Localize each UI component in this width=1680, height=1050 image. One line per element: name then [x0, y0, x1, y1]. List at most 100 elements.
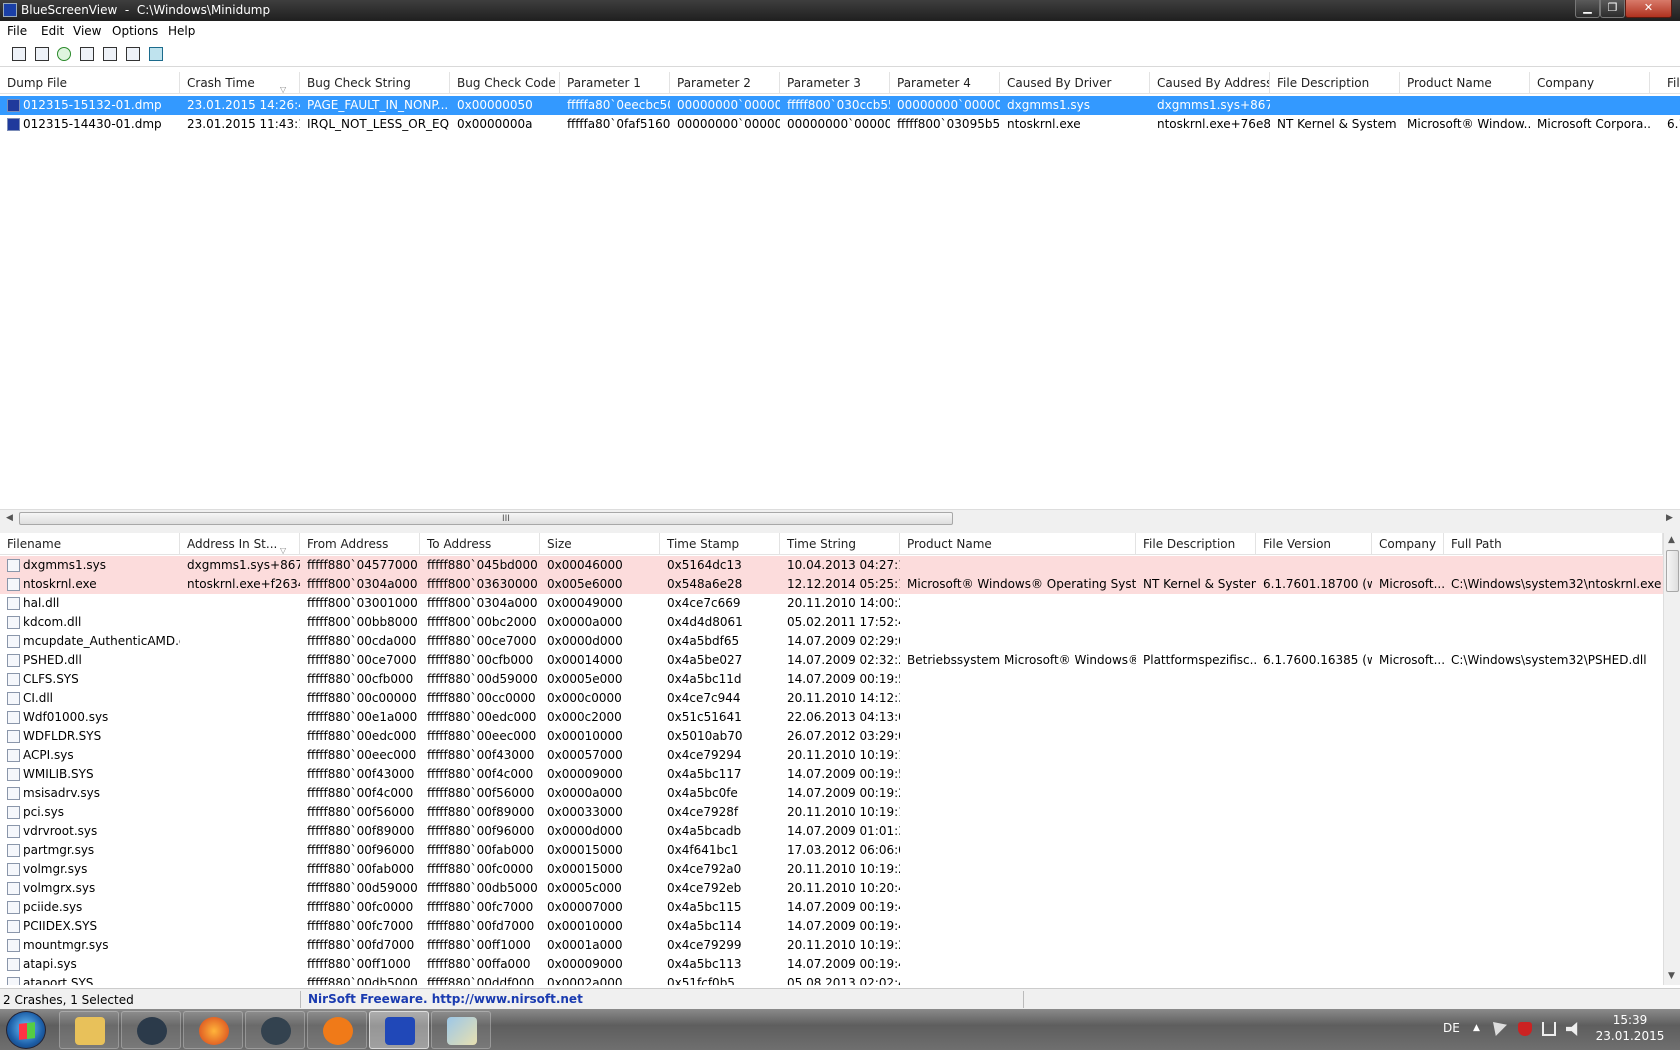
column-header-to-address[interactable]: To Address	[420, 533, 540, 555]
cell-to-address: fffff880`00eec000	[427, 729, 537, 743]
menu-view[interactable]: View	[73, 24, 101, 38]
scroll-left-icon[interactable]: ◀	[6, 513, 13, 523]
driver-row[interactable]: ataport.SYS fffff880`00db5000 fffff880`00d…	[0, 974, 1663, 985]
antivirus-icon[interactable]	[1518, 1022, 1532, 1036]
driver-list[interactable]: Filename Address In St... ▽ From Address To …	[0, 533, 1663, 985]
scroll-down-icon[interactable]: ▼	[1668, 971, 1675, 981]
column-header-file-description[interactable]: File Description	[1136, 533, 1256, 555]
minimize-button[interactable]: ▁	[1575, 0, 1600, 18]
driver-row[interactable]: atapi.sys fffff880`00ff1000 fffff880`00ffa…	[0, 955, 1663, 974]
driver-row[interactable]: mountmgr.sys fffff880`00fd7000 fffff880`00…	[0, 936, 1663, 955]
network-icon[interactable]	[1542, 1022, 1556, 1036]
driver-row[interactable]: pci.sys fffff880`00f56000 fffff880`00f8900…	[0, 803, 1663, 822]
column-header-parameter-3[interactable]: Parameter 3	[780, 72, 890, 94]
column-header-parameter-1[interactable]: Parameter 1	[560, 72, 670, 94]
column-header-size[interactable]: Size	[540, 533, 660, 555]
menu-help[interactable]: Help	[168, 24, 195, 38]
steam-icon[interactable]	[121, 1011, 181, 1049]
driver-row[interactable]: ntoskrnl.exe ntoskrnl.exe+f2634 fffff800`0…	[0, 575, 1663, 594]
driver-row[interactable]: CI.dll fffff880`00c00000 fffff880`00cc0000…	[0, 689, 1663, 708]
properties-icon[interactable]	[10, 45, 28, 63]
driver-row[interactable]: PSHED.dll fffff880`00ce7000 fffff880`00cfb…	[0, 651, 1663, 670]
column-header-full-path[interactable]: Full Path	[1444, 533, 1663, 555]
cell-from-address: fffff880`00db5000	[307, 976, 418, 985]
driver-row[interactable]: msisadrv.sys fffff880`00f4c000 fffff880`00…	[0, 784, 1663, 803]
nirsoft-link[interactable]: NirSoft Freeware. http://www.nirsoft.net	[308, 992, 583, 1006]
column-header-address-in-st[interactable]: Address In St... ▽	[180, 533, 300, 555]
scroll-thumb[interactable]: III	[19, 512, 953, 525]
driver-list-vertical-scrollbar[interactable]: ▲ ▼	[1663, 533, 1680, 985]
crash-list[interactable]: Dump File Crash Time ▽ Bug Check String Bug …	[0, 72, 1680, 509]
counter-6-icon[interactable]	[307, 1011, 367, 1049]
column-header-company[interactable]: Company	[1530, 72, 1650, 94]
volume-icon[interactable]	[1566, 1022, 1578, 1036]
column-header-caused-by-address[interactable]: Caused By Address	[1150, 72, 1270, 94]
column-header-file-version[interactable]: File Version	[1256, 533, 1372, 555]
explorer-icon[interactable]	[59, 1011, 119, 1049]
crash-row[interactable]: 012315-15132-01.dmp 23.01.2015 14:26:44 PA…	[0, 96, 1680, 115]
column-header-parameter-2[interactable]: Parameter 2	[670, 72, 780, 94]
driver-row[interactable]: mcupdate_AuthenticAMD.dll fffff880`00cda0…	[0, 632, 1663, 651]
pane-splitter[interactable]	[0, 526, 1680, 533]
cell-to-address: fffff880`00ffa000	[427, 957, 531, 971]
action-center-icon[interactable]	[1493, 1022, 1507, 1036]
driver-row[interactable]: CLFS.SYS fffff880`00cfb000 fffff880`00d590…	[0, 670, 1663, 689]
save-icon[interactable]	[33, 45, 51, 63]
column-header-file-description[interactable]: File Description	[1270, 72, 1400, 94]
driver-row[interactable]: PCIIDEX.SYS fffff880`00fc7000 fffff880`00f…	[0, 917, 1663, 936]
firefox-icon[interactable]	[183, 1011, 243, 1049]
column-header-bug-check-string[interactable]: Bug Check String	[300, 72, 450, 94]
find-icon[interactable]	[124, 45, 142, 63]
column-header-product-name[interactable]: Product Name	[900, 533, 1136, 555]
crash-list-horizontal-scrollbar[interactable]: ◀ III ▶	[0, 509, 1680, 526]
driver-row[interactable]: volmgr.sys fffff880`00fab000 fffff880`00fc…	[0, 860, 1663, 879]
column-header-time-string[interactable]: Time String	[780, 533, 900, 555]
cell-from-address: fffff880`00f43000	[307, 767, 415, 781]
column-header-bug-check-code[interactable]: Bug Check Code	[450, 72, 560, 94]
driver-row[interactable]: vdrvroot.sys fffff880`00f89000 fffff880`00…	[0, 822, 1663, 841]
column-header-dump-file[interactable]: Dump File	[0, 72, 180, 94]
show-hidden-icons-icon[interactable]: ▲	[1473, 1023, 1480, 1033]
start-button[interactable]	[6, 1011, 46, 1049]
column-header-fil[interactable]: Fil	[1660, 72, 1680, 94]
paint-icon[interactable]	[431, 1011, 491, 1049]
driver-row[interactable]: dxgmms1.sys dxgmms1.sys+8677 fffff880`0457…	[0, 556, 1663, 575]
copy-icon[interactable]	[78, 45, 96, 63]
column-header-parameter-4[interactable]: Parameter 4	[890, 72, 1000, 94]
driver-row[interactable]: Wdf01000.sys fffff880`00e1a000 fffff880`00…	[0, 708, 1663, 727]
column-header-caused-by-driver[interactable]: Caused By Driver	[1000, 72, 1150, 94]
voice-chat-icon[interactable]	[245, 1011, 305, 1049]
column-header-time-stamp[interactable]: Time Stamp	[660, 533, 780, 555]
maximize-button[interactable]: ❐	[1600, 0, 1625, 18]
menu-edit[interactable]: Edit	[41, 24, 64, 38]
scroll-right-icon[interactable]: ▶	[1666, 513, 1673, 523]
html-report-icon[interactable]	[101, 45, 119, 63]
driver-row[interactable]: volmgrx.sys fffff880`00d59000 fffff880`00d…	[0, 879, 1663, 898]
column-header-product-name[interactable]: Product Name	[1400, 72, 1530, 94]
language-indicator[interactable]: DE	[1443, 1021, 1460, 1035]
driver-row[interactable]: hal.dll fffff800`03001000 fffff800`0304a00…	[0, 594, 1663, 613]
menu-options[interactable]: Options	[112, 24, 158, 38]
bluescreenview-icon[interactable]	[369, 1011, 429, 1049]
driver-row[interactable]: WDFLDR.SYS fffff880`00edc000 fffff880`00ee…	[0, 727, 1663, 746]
menu-file[interactable]: File	[7, 24, 27, 38]
driver-row[interactable]: ACPI.sys fffff880`00eec000 fffff880`00f430…	[0, 746, 1663, 765]
crash-row[interactable]: 012315-14430-01.dmp 23.01.2015 11:43:10 IR…	[0, 115, 1680, 134]
refresh-icon[interactable]	[55, 45, 73, 63]
driver-row[interactable]: partmgr.sys fffff880`00f96000 fffff880`00f…	[0, 841, 1663, 860]
close-button[interactable]: ✕	[1625, 0, 1672, 18]
exit-icon[interactable]	[147, 45, 165, 63]
cell-from-address: fffff880`00ff1000	[307, 957, 411, 971]
driver-row[interactable]: WMILIB.SYS fffff880`00f43000 fffff880`00f4…	[0, 765, 1663, 784]
column-header-crash-time[interactable]: Crash Time ▽	[180, 72, 300, 94]
driver-row[interactable]: pciide.sys fffff880`00fc0000 fffff880`00fc…	[0, 898, 1663, 917]
driver-row[interactable]: kdcom.dll fffff800`00bb8000 fffff800`00bc2…	[0, 613, 1663, 632]
column-header-from-address[interactable]: From Address	[300, 533, 420, 555]
scroll-thumb[interactable]	[1666, 550, 1679, 592]
cell-size: 0x0000a000	[547, 615, 623, 629]
cell-company	[1372, 841, 1444, 860]
scroll-up-icon[interactable]: ▲	[1668, 535, 1675, 545]
clock[interactable]: 15:39 23.01.2015	[1590, 1012, 1670, 1044]
column-header-filename[interactable]: Filename	[0, 533, 180, 555]
column-header-company[interactable]: Company	[1372, 533, 1444, 555]
